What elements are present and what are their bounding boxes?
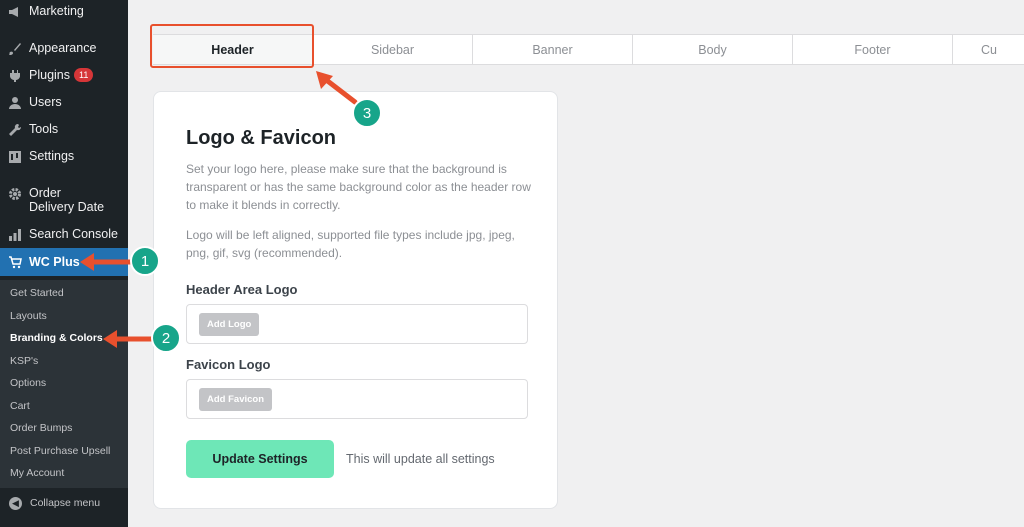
logo-favicon-card: Logo & Favicon Set your logo here, pleas…: [153, 91, 558, 509]
sidebar-item-label: Marketing: [29, 4, 84, 18]
submenu-item-post-purchase-upsell[interactable]: Post Purchase Upsell: [10, 445, 110, 457]
logo-instructions: Set your logo here, please make sure tha…: [186, 162, 531, 212]
sidebar-item-settings[interactable]: Settings: [0, 149, 128, 165]
sidebar-item-tools[interactable]: Tools: [0, 122, 128, 138]
sidebar-item-label: Settings: [29, 149, 75, 163]
sidebar-item-label: Appearance: [29, 41, 97, 55]
wc-plus-submenu: Get Started Layouts Branding & Colors KS…: [0, 280, 128, 488]
tab-banner[interactable]: Banner: [473, 35, 633, 64]
collapse-arrow-icon: ◀: [9, 496, 22, 510]
header-tab-highlight: [150, 24, 314, 68]
user-icon: [7, 95, 23, 111]
sidebar-item-appearance[interactable]: Appearance: [0, 41, 128, 57]
paintbrush-icon: [7, 41, 23, 57]
cart-icon: [7, 254, 23, 270]
submenu-item-layouts[interactable]: Layouts: [10, 310, 47, 322]
submenu-item-get-started[interactable]: Get Started: [10, 287, 64, 299]
header-logo-field: Add Logo: [186, 304, 528, 344]
sidebar-item-wc-plus[interactable]: WC Plus: [0, 248, 128, 276]
megaphone-icon: [7, 4, 23, 20]
sidebar-item-label: Plugins: [29, 68, 70, 82]
sidebar-item-users[interactable]: Users: [0, 95, 128, 111]
collapse-menu-label: Collapse menu: [30, 497, 101, 509]
gear-icon: [7, 186, 23, 202]
header-logo-label: Header Area Logo: [186, 282, 298, 297]
section-title: Logo & Favicon: [186, 127, 336, 149]
submenu-item-my-account[interactable]: My Account: [10, 467, 64, 479]
plugin-icon: [7, 68, 23, 84]
file-type-note: Logo will be left aligned, supported fil…: [186, 228, 515, 260]
submenu-item-options[interactable]: Options: [10, 377, 46, 389]
bar-chart-icon: [7, 227, 23, 243]
collapse-menu-button[interactable]: ◀ Collapse menu: [0, 492, 128, 514]
sidebar-item-label: Order Delivery Date: [29, 186, 105, 214]
sidebar-item-label: Users: [29, 95, 62, 109]
tab-footer[interactable]: Footer: [793, 35, 953, 64]
sidebar-item-label: Search Console: [29, 227, 118, 241]
add-logo-button[interactable]: Add Logo: [199, 312, 260, 336]
sidebar-item-plugins[interactable]: Plugins 11: [0, 68, 128, 84]
tab-custom[interactable]: Cu: [953, 35, 1024, 64]
tab-body[interactable]: Body: [633, 35, 793, 64]
sidebar-item-order-delivery-date[interactable]: Order Delivery Date: [0, 186, 128, 214]
settings-icon: [7, 149, 23, 165]
update-settings-button[interactable]: Update Settings: [186, 440, 334, 478]
submenu-item-cart[interactable]: Cart: [10, 400, 30, 412]
tab-sidebar[interactable]: Sidebar: [313, 35, 473, 64]
submenu-item-branding-colors[interactable]: Branding & Colors: [10, 332, 103, 344]
favicon-field: Add Favicon: [186, 379, 528, 419]
wrench-icon: [7, 122, 23, 138]
sidebar-item-label: WC Plus: [29, 255, 80, 269]
sidebar-item-label: Tools: [29, 122, 59, 136]
submenu-item-ksps[interactable]: KSP's: [10, 355, 38, 367]
add-favicon-button[interactable]: Add Favicon: [199, 387, 273, 411]
step-badge-3: 3: [352, 98, 382, 128]
admin-sidebar: Marketing Appearance Plugins 11 Users To…: [0, 0, 128, 527]
step-badge-1: 1: [130, 246, 160, 276]
favicon-label: Favicon Logo: [186, 357, 271, 372]
submenu-item-order-bumps[interactable]: Order Bumps: [10, 422, 72, 434]
update-count-badge: 11: [74, 68, 94, 82]
sidebar-item-marketing[interactable]: Marketing: [0, 4, 128, 20]
sidebar-item-search-console[interactable]: Search Console: [0, 227, 128, 243]
step-badge-2: 2: [151, 323, 181, 353]
update-note: This will update all settings: [346, 452, 495, 466]
